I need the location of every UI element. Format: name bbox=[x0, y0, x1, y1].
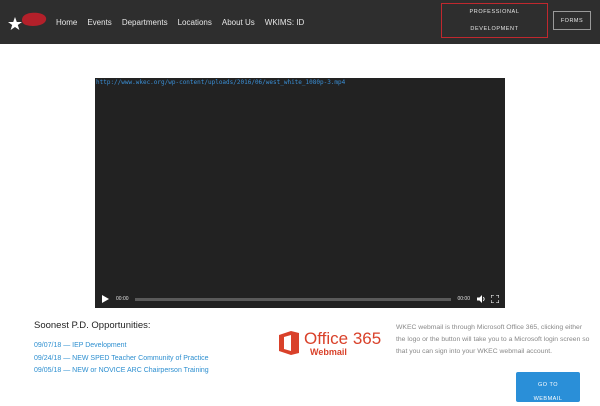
pd-link[interactable]: 09/24/18 — NEW SPED Teacher Community of… bbox=[34, 353, 254, 366]
nav-departments[interactable]: Departments bbox=[122, 18, 168, 27]
pd-link[interactable]: 09/07/18 — IEP Development bbox=[34, 340, 254, 353]
forms-button[interactable]: FORMS bbox=[553, 11, 591, 30]
professional-development-button[interactable]: PROFESSIONAL DEVELOPMENT bbox=[441, 3, 548, 38]
main-nav: Home Events Departments Locations About … bbox=[56, 0, 314, 44]
nav-events[interactable]: Events bbox=[87, 18, 111, 27]
volume-icon[interactable] bbox=[476, 294, 486, 304]
webmail-button-label-line2: WEBMAIL bbox=[533, 396, 563, 402]
video-player[interactable]: http://www.wkec.org/wp-content/uploads/2… bbox=[95, 78, 505, 308]
pd-link[interactable]: 09/05/18 — NEW or NOVICE ARC Chairperson… bbox=[34, 365, 254, 378]
webmail-description: WKEC webmail is through Microsoft Office… bbox=[396, 324, 590, 355]
office-logo-text: Office 365 bbox=[304, 329, 382, 348]
go-to-webmail-button[interactable]: GO TO WEBMAIL bbox=[516, 372, 580, 402]
webmail-button-label-line1: GO TO bbox=[537, 382, 559, 388]
pd-button-label-line2: DEVELOPMENT bbox=[470, 25, 519, 32]
pd-title: Soonest P.D. Opportunities: bbox=[34, 320, 151, 331]
video-controls: 00:00 00:00 bbox=[95, 290, 505, 308]
star-logo-icon[interactable] bbox=[8, 10, 48, 34]
fullscreen-icon[interactable] bbox=[490, 294, 500, 304]
office-icon bbox=[279, 331, 299, 355]
nav-about-us[interactable]: About Us bbox=[222, 18, 255, 27]
pd-list: 09/07/18 — IEP Development 09/24/18 — NE… bbox=[34, 340, 254, 378]
video-source-link[interactable]: http://www.wkec.org/wp-content/uploads/2… bbox=[96, 79, 345, 86]
play-icon[interactable] bbox=[100, 294, 110, 304]
site-header: Home Events Departments Locations About … bbox=[0, 0, 600, 44]
pd-button-label-line1: PROFESSIONAL bbox=[469, 8, 520, 15]
current-time: 00:00 bbox=[116, 296, 129, 302]
nav-wkims-id[interactable]: WKIMS: ID bbox=[265, 18, 305, 27]
pd-opportunities: Soonest P.D. Opportunities: 09/07/18 — I… bbox=[34, 320, 254, 378]
nav-locations[interactable]: Locations bbox=[178, 18, 212, 27]
progress-bar[interactable] bbox=[134, 297, 452, 301]
duration: 00:00 bbox=[457, 296, 470, 302]
office-logo-subtext: Webmail bbox=[310, 347, 347, 357]
office365-logo[interactable]: Office 365 Webmail bbox=[278, 329, 382, 358]
nav-home[interactable]: Home bbox=[56, 18, 77, 27]
